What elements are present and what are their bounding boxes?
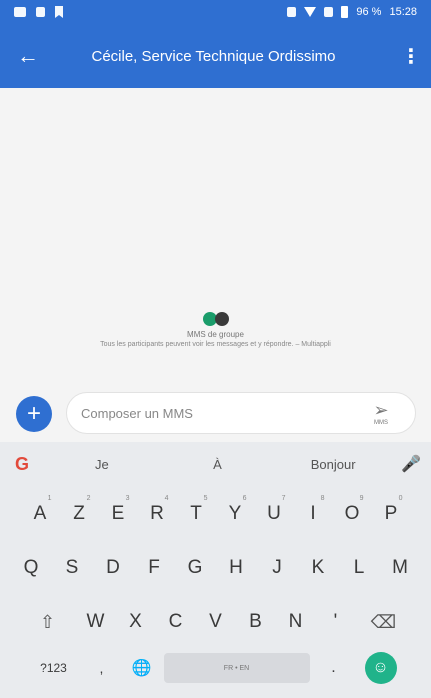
group-info: MMS de groupe Tous les participants peuv… <box>0 312 431 350</box>
suggestion-3[interactable]: Bonjour <box>275 457 391 472</box>
key-b[interactable]: B <box>236 600 276 644</box>
key-q[interactable]: Q <box>11 546 52 590</box>
key-a[interactable]: A1 <box>21 492 60 536</box>
globe-icon: 🌐 <box>131 660 152 677</box>
key-row-2: Q S D F G H J K L M <box>0 546 431 590</box>
bookmark-icon <box>55 6 63 18</box>
key-n[interactable]: N <box>276 600 316 644</box>
key-t[interactable]: T5 <box>177 492 216 536</box>
compose-bar: + Composer un MMS ➢ MMS <box>0 386 431 442</box>
back-button[interactable]: ← <box>0 24 56 88</box>
key-i[interactable]: I8 <box>294 492 333 536</box>
key-h[interactable]: H <box>216 546 257 590</box>
key-p[interactable]: P0 <box>372 492 411 536</box>
avatar <box>214 312 229 326</box>
key-j[interactable]: J <box>257 546 298 590</box>
emoji-icon: ☺ <box>364 652 397 684</box>
key-k[interactable]: K <box>298 546 339 590</box>
group-avatars <box>0 312 431 326</box>
signal-icon <box>324 7 334 17</box>
key-c[interactable]: C <box>156 600 196 644</box>
language-key[interactable]: 🌐 <box>122 648 162 688</box>
minus-icon <box>14 7 26 17</box>
plus-icon: + <box>26 400 41 427</box>
key-m[interactable]: M <box>380 546 421 590</box>
comma-key[interactable]: , <box>82 648 122 688</box>
key-s[interactable]: S <box>52 546 93 590</box>
send-icon: ➢ <box>373 399 389 420</box>
image-icon <box>36 7 45 17</box>
conversation-title: Cécile, Service Technique Ordissimo <box>91 47 336 65</box>
suggestion-strip: G Je À Bonjour 🎤 <box>0 444 431 484</box>
key-y[interactable]: Y6 <box>216 492 255 536</box>
key-x[interactable]: X <box>116 600 156 644</box>
message-placeholder: Composer un MMS <box>81 405 193 421</box>
group-description: Tous les participants peuvent voir les m… <box>100 341 331 348</box>
key-row-3: ⇧ W X C V B N ' ⌫ <box>0 600 431 644</box>
key-v[interactable]: V <box>196 600 236 644</box>
add-attachment-button[interactable]: + <box>16 396 52 432</box>
delete-key[interactable]: ⌫ <box>356 600 412 644</box>
key-w[interactable]: W <box>76 600 116 644</box>
wifi-icon <box>304 7 317 17</box>
period-key[interactable]: . <box>312 648 356 688</box>
more-options-button[interactable]: ⋮ <box>391 24 431 88</box>
key-g[interactable]: G <box>175 546 216 590</box>
group-label: MMS de groupe <box>187 330 244 339</box>
message-input[interactable]: Composer un MMS ➢ MMS <box>66 392 416 434</box>
key-row-4: ?123 , 🌐 FR • EN . ☺ <box>0 648 431 688</box>
key-e[interactable]: E3 <box>99 492 138 536</box>
clock: 15:28 <box>389 6 417 18</box>
key-row-1: A1 Z2 E3 R4 T5 Y6 U7 I8 O9 P0 <box>0 492 431 536</box>
key-r[interactable]: R4 <box>138 492 177 536</box>
backspace-icon: ⌫ <box>370 611 397 632</box>
google-icon[interactable]: G <box>0 454 44 475</box>
key-u[interactable]: U7 <box>255 492 294 536</box>
key-f[interactable]: F <box>134 546 175 590</box>
space-bar: FR • EN <box>163 653 310 683</box>
vibrate-icon <box>287 7 297 17</box>
shift-icon: ⇧ <box>39 611 56 632</box>
battery-text: 96 % <box>356 6 382 18</box>
key-apostrophe[interactable]: ' <box>316 600 356 644</box>
emoji-enter-key[interactable]: ☺ <box>356 648 406 688</box>
key-d[interactable]: D <box>93 546 134 590</box>
suggestion-2[interactable]: À <box>160 457 276 472</box>
app-bar: ← Cécile, Service Technique Ordissimo ⋮ <box>0 24 431 88</box>
more-vert-icon: ⋮ <box>401 45 421 68</box>
keyboard: G Je À Bonjour 🎤 A1 Z2 E3 R4 T5 Y6 U7 I8… <box>0 442 431 698</box>
key-l[interactable]: L <box>339 546 380 590</box>
send-button[interactable]: ➢ MMS <box>361 401 401 426</box>
suggestion-1[interactable]: Je <box>44 457 160 472</box>
status-bar: 96 % 15:28 <box>0 0 431 24</box>
key-z[interactable]: Z2 <box>60 492 99 536</box>
mic-icon[interactable]: 🎤 <box>391 454 431 474</box>
battery-icon <box>341 6 349 18</box>
conversation-area: MMS de groupe Tous les participants peuv… <box>0 88 431 380</box>
key-o[interactable]: O9 <box>333 492 372 536</box>
space-key[interactable]: FR • EN <box>162 648 312 688</box>
send-label: MMS <box>374 419 388 426</box>
symbols-key[interactable]: ?123 <box>26 648 82 688</box>
arrow-left-icon: ← <box>17 43 39 68</box>
shift-key[interactable]: ⇧ <box>20 600 76 644</box>
